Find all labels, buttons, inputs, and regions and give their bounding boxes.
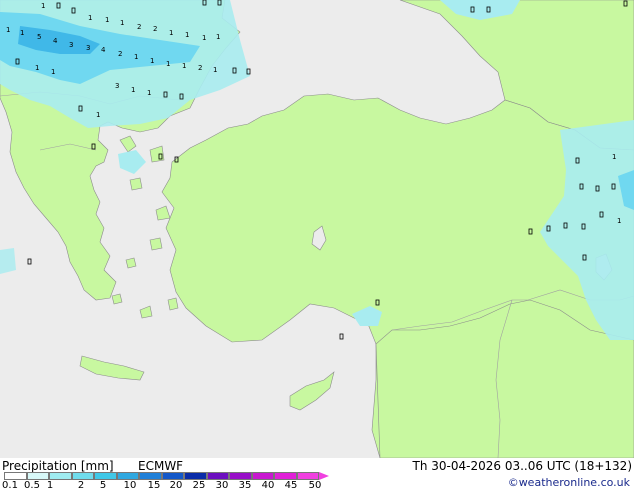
point-value: 1 <box>213 66 217 74</box>
point-value: 1 <box>182 62 186 70</box>
credit: ©weatheronline.co.uk <box>507 476 630 489</box>
point-value: 1 <box>202 34 206 42</box>
scale-label: 20 <box>169 480 183 491</box>
scale-label: 1 <box>46 480 54 491</box>
rain-light-west <box>0 248 16 274</box>
scale-label: 10 <box>123 480 137 491</box>
point-value: 4 <box>53 37 58 45</box>
point-value: 5 <box>37 33 41 41</box>
scale-label: 25 <box>192 480 206 491</box>
scale-label: 50 <box>308 480 322 491</box>
point-value: 4 <box>101 46 106 54</box>
legend-model: ECMWF <box>138 459 184 473</box>
scale-swatch <box>49 472 72 480</box>
scale-swatch <box>4 472 27 480</box>
point-value: 1 <box>216 33 220 41</box>
scale-swatch <box>26 472 49 480</box>
scale-label: 0.1 <box>2 480 18 491</box>
point-value: 1 <box>20 29 24 37</box>
point-value: 1 <box>617 217 621 225</box>
point-value: 1 <box>88 14 92 22</box>
point-value: 1 <box>35 64 39 72</box>
scale-arrow <box>319 472 329 480</box>
point-value: 1 <box>147 89 151 97</box>
scale-label: 5 <box>99 480 107 491</box>
scale-label: 40 <box>261 480 275 491</box>
point-value: 1 <box>41 2 45 10</box>
scale-swatch <box>274 472 297 480</box>
point-value: 1 <box>166 60 170 68</box>
point-value: 1 <box>105 16 109 24</box>
legend-title: Precipitation [mm] <box>2 459 114 473</box>
point-value: 1 <box>169 29 173 37</box>
scale-swatch <box>184 472 207 480</box>
scale-swatch <box>71 472 94 480</box>
scale-swatch <box>206 472 229 480</box>
point-value: 2 <box>118 50 122 58</box>
point-value: 1 <box>612 153 616 161</box>
scale-swatch <box>116 472 139 480</box>
point-value: 1 <box>96 111 100 119</box>
scale-label: 15 <box>147 480 161 491</box>
scale-swatch <box>139 472 162 480</box>
point-value: 2 <box>153 25 157 33</box>
point-value: 3 <box>86 44 90 52</box>
point-value: 3 <box>69 41 73 49</box>
point-value: 1 <box>150 57 154 65</box>
scale-label: 2 <box>77 480 85 491</box>
legend-datetime: Th 30-04-2026 03..06 UTC (18+132) <box>412 459 632 473</box>
scale-swatch <box>161 472 184 480</box>
scale-swatch <box>94 472 117 480</box>
point-value: 1 <box>134 53 138 61</box>
scale-label: 35 <box>238 480 252 491</box>
scale-label: 45 <box>284 480 298 491</box>
point-value: 1 <box>120 19 124 27</box>
point-value: 3 <box>115 82 119 90</box>
legend: Precipitation [mm] ECMWF Th 30-04-2026 0… <box>0 458 634 491</box>
point-value: 2 <box>198 64 202 72</box>
point-value: 1 <box>185 31 189 39</box>
point-value: 2 <box>137 23 141 31</box>
scale-label: 0.5 <box>24 480 40 491</box>
scale-label: 30 <box>215 480 229 491</box>
precipitation-map: 1 1 1 1 2 2 1 1 1 1 1 1 5 4 3 3 4 2 1 1 1 1 2 1 1 1 3 1 1 1 1 1 <box>0 0 634 458</box>
point-value: 1 <box>131 86 135 94</box>
point-value: 1 <box>51 68 55 76</box>
scale-swatch <box>251 472 274 480</box>
scale-swatch <box>229 472 252 480</box>
scale-swatch <box>296 472 319 480</box>
point-value: 1 <box>6 26 10 34</box>
